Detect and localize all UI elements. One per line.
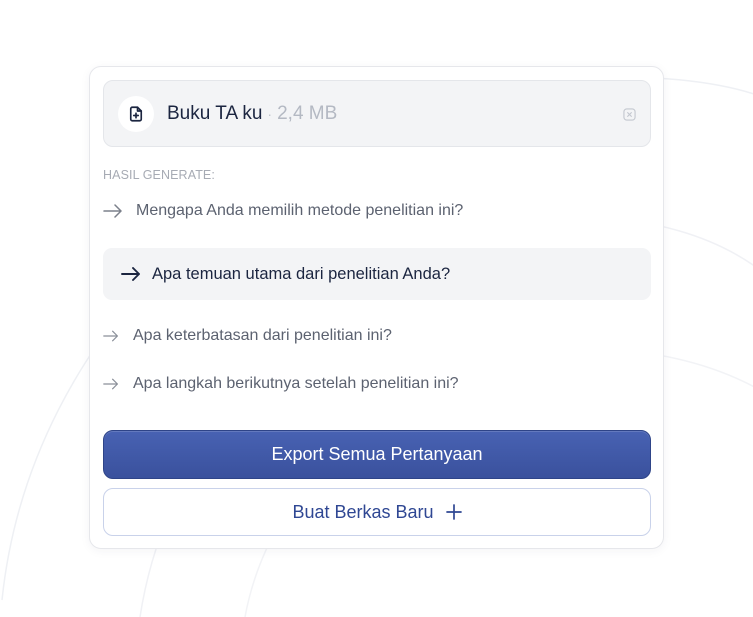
file-separator: · [267,105,273,122]
arrow-right-icon [103,204,123,218]
question-text: Apa temuan utama dari penelitian Anda? [152,264,451,283]
arrow-right-icon [103,329,123,343]
file-size: 2,4 MB [277,102,338,124]
question-item[interactable]: Apa keterbatasan dari penelitian ini? [103,327,651,345]
question-text: Apa keterbatasan dari penelitian ini? [133,327,392,344]
new-file-button[interactable]: Buat Berkas Baru [103,488,651,536]
uploaded-file-row: Buku TA ku · 2,4 MB [103,80,651,147]
question-item[interactable]: Mengapa Anda memilih metode penelitian i… [103,202,651,220]
file-upload-icon [118,95,154,132]
question-item[interactable]: Apa langkah berikutnya setelah penelitia… [103,375,651,393]
new-file-label: Buat Berkas Baru [292,501,434,522]
question-item-active[interactable]: Apa temuan utama dari penelitian Anda? [103,248,651,300]
results-label: HASIL GENERATE: [103,168,215,182]
export-all-button[interactable]: Export Semua Pertanyaan [103,430,651,479]
question-text: Apa langkah berikutnya setelah penelitia… [133,375,459,392]
arrow-right-icon [121,267,141,281]
plus-icon [445,504,462,520]
export-all-label: Export Semua Pertanyaan [271,444,483,464]
question-text: Mengapa Anda memilih metode penelitian i… [136,202,464,219]
file-name: Buku TA ku [167,102,263,124]
question-generator-card: Buku TA ku · 2,4 MB HASIL GENERATE: Meng… [89,66,664,549]
arrow-right-icon [103,377,123,391]
close-icon[interactable] [622,107,636,121]
